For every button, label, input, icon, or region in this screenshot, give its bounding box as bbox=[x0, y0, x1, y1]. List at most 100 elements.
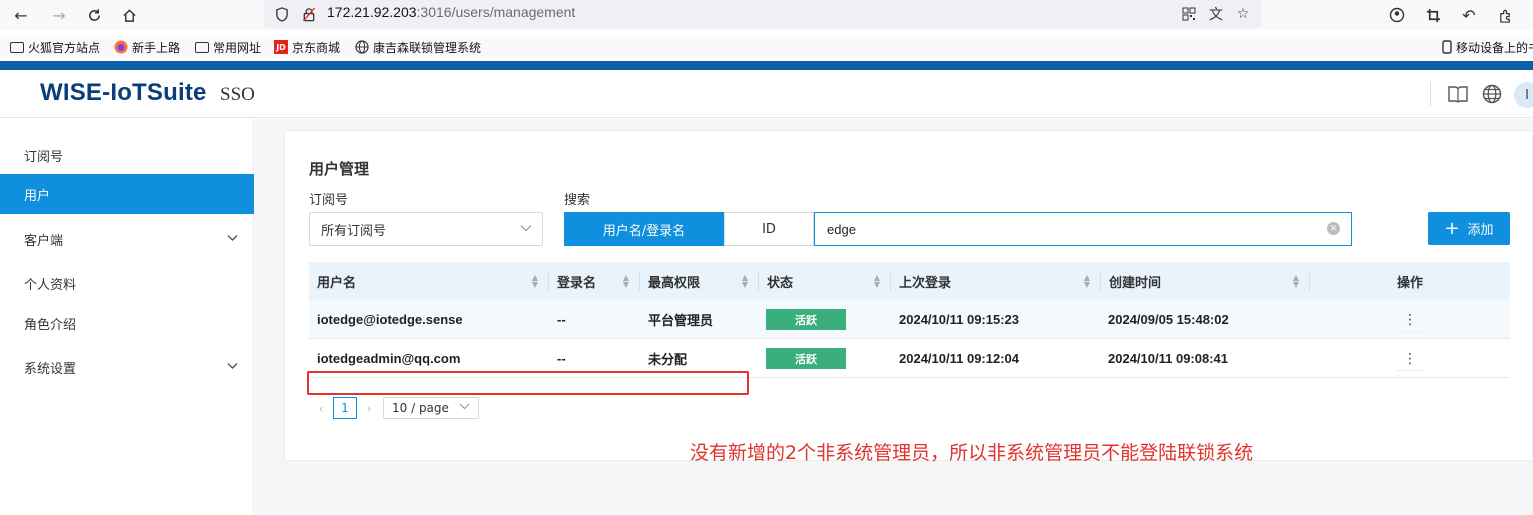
jd-icon: JD bbox=[274, 40, 288, 54]
cell-role: 平台管理员 bbox=[648, 312, 714, 328]
column-header-label: 上次登录 bbox=[899, 275, 952, 291]
column-header-label: 最高权限 bbox=[648, 275, 701, 291]
cell-last-login: 2024/10/11 09:15:23 bbox=[899, 311, 1019, 327]
bookmark-label: 火狐官方站点 bbox=[28, 40, 101, 55]
sidebar-item-system-settings[interactable]: 系统设置 bbox=[0, 347, 254, 387]
top-accent-strip bbox=[0, 61, 1533, 70]
column-header-label: 操作 bbox=[1396, 275, 1423, 291]
sidebar-item-subscriptions[interactable]: 订阅号 bbox=[0, 135, 254, 175]
sidebar-item-roles[interactable]: 角色介绍 bbox=[0, 303, 254, 343]
sidebar-item-profile[interactable]: 个人资料 bbox=[0, 263, 254, 303]
sidebar-item-label: 客户端 bbox=[24, 233, 64, 249]
table-row[interactable]: iotedge@iotedge.sense -- 平台管理员 活跃 2024/1… bbox=[309, 300, 1510, 339]
bookmark-label: 康吉森联锁管理系统 bbox=[373, 40, 482, 55]
sort-icon[interactable]: ▲ ▼ bbox=[1293, 274, 1299, 289]
forward-icon[interactable]: → bbox=[47, 3, 71, 27]
status-badge: 活跃 bbox=[766, 309, 846, 330]
more-actions-icon[interactable]: ⋮ bbox=[1396, 308, 1424, 332]
bookmark-mobile[interactable]: 移动设备上的书签 bbox=[1442, 38, 1533, 56]
column-header-last-login[interactable]: 上次登录 ▲ ▼ bbox=[891, 262, 1100, 300]
extensions-icon[interactable] bbox=[1493, 3, 1517, 27]
shield-icon[interactable] bbox=[273, 5, 291, 23]
sidebar-item-clients[interactable]: 客户端 bbox=[0, 219, 254, 259]
cell-last-login: 2024/10/11 09:12:04 bbox=[899, 350, 1019, 366]
url-host: 172.21.92.203 bbox=[327, 4, 417, 20]
undo-icon[interactable]: ↶ bbox=[1457, 3, 1481, 27]
sidebar-item-label: 用户 bbox=[24, 188, 51, 204]
column-header-label: 创建时间 bbox=[1109, 275, 1162, 291]
column-header-created[interactable]: 创建时间 ▲ ▼ bbox=[1101, 262, 1309, 300]
page-size-select[interactable]: 10 / page bbox=[383, 397, 479, 419]
manual-book-icon[interactable] bbox=[1446, 82, 1470, 106]
column-header-username[interactable]: 用户名 ▲ ▼ bbox=[309, 262, 548, 300]
url-bar[interactable]: 172.21.92.203:3016/users/management 文 ☆ bbox=[264, 0, 1262, 28]
annotation-highlight-box bbox=[307, 371, 749, 395]
header-divider bbox=[1430, 82, 1431, 106]
bookmark-label: 移动设备上的书签 bbox=[1456, 40, 1533, 55]
qr-code-icon[interactable] bbox=[1180, 5, 1198, 23]
subscription-select[interactable]: 所有订阅号 bbox=[309, 212, 543, 246]
chevron-down-icon bbox=[227, 360, 238, 373]
bookmarks-bar: 火狐官方站点 新手上路 常用网址 JD 京东商城 康吉森联锁管理系统 移动设备上… bbox=[0, 36, 1533, 58]
column-header-label: 登录名 bbox=[557, 275, 597, 291]
sort-icon[interactable]: ▲ ▼ bbox=[874, 274, 880, 289]
search-label: 搜索 bbox=[564, 193, 591, 208]
bookmark-jd[interactable]: JD 京东商城 bbox=[274, 38, 340, 56]
status-badge: 活跃 bbox=[766, 348, 846, 369]
cell-created: 2024/09/05 15:48:02 bbox=[1108, 311, 1229, 327]
annotation-text: 没有新增的2个非系统管理员，所以非系统管理员不能登陆联锁系统 bbox=[690, 442, 1254, 464]
mobile-icon bbox=[1442, 40, 1452, 54]
language-globe-icon[interactable] bbox=[1480, 82, 1504, 106]
more-actions-icon[interactable]: ⋮ bbox=[1396, 347, 1424, 371]
column-header-actions: 操作 bbox=[1310, 262, 1510, 300]
clear-icon[interactable]: ✕ bbox=[1327, 222, 1340, 235]
sort-icon[interactable]: ▲ ▼ bbox=[742, 274, 748, 289]
product-name: SSO bbox=[220, 84, 255, 105]
brand-logo[interactable]: WISE-IoTSuite bbox=[40, 79, 207, 107]
translate-icon[interactable]: 文 bbox=[1207, 5, 1225, 23]
back-icon[interactable]: ← bbox=[9, 3, 33, 27]
sidebar-item-label: 角色介绍 bbox=[24, 317, 77, 333]
star-icon[interactable]: ☆ bbox=[1234, 5, 1252, 23]
page-size-value: 10 / page bbox=[392, 401, 449, 415]
account-icon[interactable] bbox=[1385, 3, 1409, 27]
sort-icon[interactable]: ▲ ▼ bbox=[532, 274, 538, 289]
search-by-name-tab[interactable]: 用户名/登录名 bbox=[564, 212, 724, 246]
bookmark-common-sites[interactable]: 常用网址 bbox=[195, 38, 261, 56]
search-by-id-tab[interactable]: ID bbox=[724, 212, 814, 246]
sort-icon[interactable]: ▲ ▼ bbox=[623, 274, 629, 289]
globe-icon bbox=[355, 40, 369, 54]
chevron-down-icon bbox=[227, 232, 238, 245]
sidebar-item-users[interactable]: 用户 bbox=[0, 174, 254, 214]
home-icon[interactable] bbox=[117, 3, 141, 27]
url-text[interactable]: 172.21.92.203:3016/users/management bbox=[327, 4, 575, 20]
column-header-role[interactable]: 最高权限 ▲ ▼ bbox=[640, 262, 758, 300]
bookmark-label: 新手上路 bbox=[132, 40, 181, 55]
reload-icon[interactable] bbox=[82, 3, 106, 27]
column-header-login[interactable]: 登录名 ▲ ▼ bbox=[549, 262, 639, 300]
subscription-selected-value: 所有订阅号 bbox=[321, 223, 387, 239]
bookmark-getting-started[interactable]: 新手上路 bbox=[114, 38, 180, 56]
cell-username: iotedge@iotedge.sense bbox=[317, 311, 463, 327]
add-button-label: 添加 bbox=[1467, 223, 1494, 238]
next-page-icon[interactable]: › bbox=[360, 399, 378, 419]
crop-icon[interactable] bbox=[1421, 3, 1445, 27]
insecure-lock-icon[interactable] bbox=[300, 5, 318, 23]
chevron-down-icon bbox=[459, 402, 470, 413]
sort-icon[interactable]: ▲ ▼ bbox=[1084, 274, 1090, 289]
bookmark-firefox-official[interactable]: 火狐官方站点 bbox=[10, 38, 100, 56]
page-title: 用户管理 bbox=[309, 160, 370, 178]
user-avatar[interactable]: I bbox=[1514, 82, 1533, 108]
app-header: WISE-IoTSuite SSO I bbox=[0, 70, 1533, 118]
page-number-current[interactable]: 1 bbox=[333, 397, 357, 419]
search-input[interactable] bbox=[814, 212, 1352, 246]
cell-created: 2024/10/11 09:08:41 bbox=[1108, 350, 1228, 366]
browser-toolbar: ← → 172.21.92.203:3016/users/management … bbox=[0, 0, 1533, 30]
url-path: :3016/users/management bbox=[416, 4, 576, 20]
folder-icon bbox=[195, 41, 209, 53]
sidebar-item-label: 个人资料 bbox=[24, 277, 77, 293]
bookmark-interlock-system[interactable]: 康吉森联锁管理系统 bbox=[355, 38, 481, 56]
add-user-button[interactable]: + 添加 bbox=[1428, 212, 1510, 245]
column-header-status[interactable]: 状态 ▲ ▼ bbox=[759, 262, 890, 300]
prev-page-icon[interactable]: ‹ bbox=[312, 399, 330, 419]
